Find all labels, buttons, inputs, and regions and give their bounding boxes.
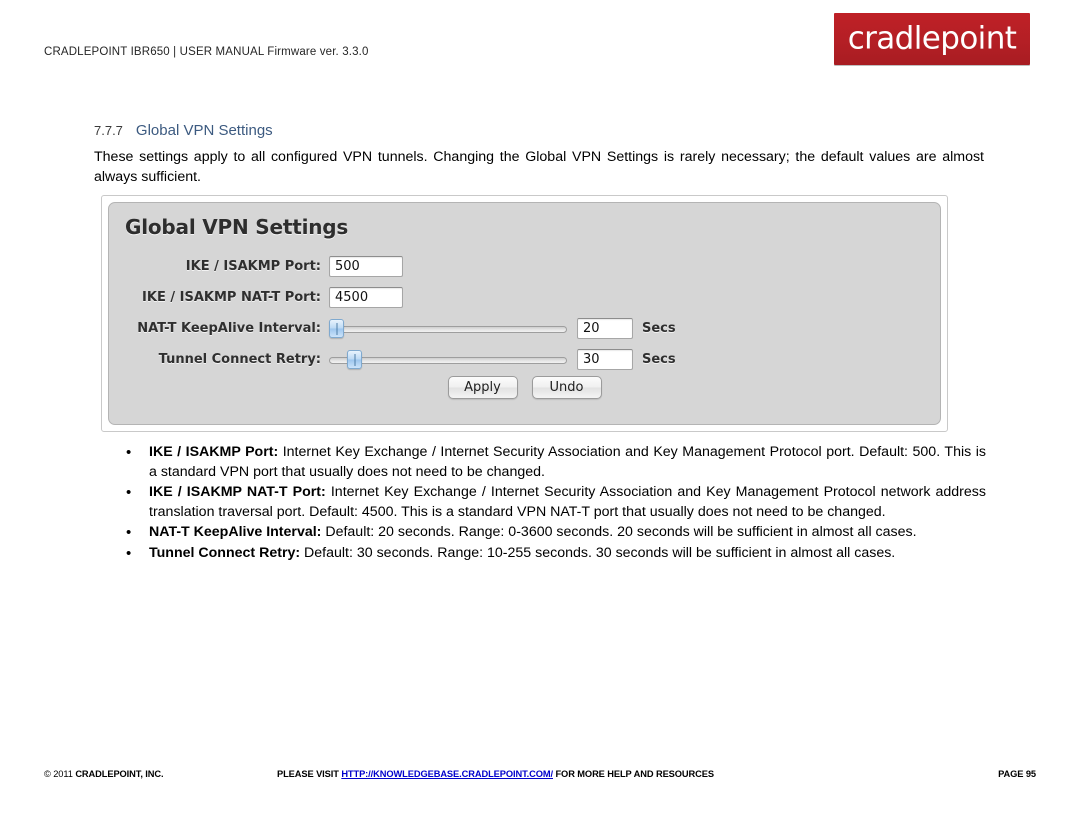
tunnel-connect-retry-slider[interactable] — [329, 348, 567, 370]
bullet-dot-icon: • — [126, 524, 132, 541]
nat-t-keepalive-value-input[interactable] — [577, 317, 633, 339]
footer-page-number: PAGE 95 — [998, 769, 1036, 779]
bullet-term: Tunnel Connect Retry: — [149, 544, 301, 561]
page-footer: © 2011 CRADLEPOINT, INC. PLEASE VISIT HT… — [0, 764, 1080, 834]
footer-copyright-company: CRADLEPOINT, INC. — [75, 769, 164, 779]
bullet-text: Default: 30 seconds. Range: 10-255 secon… — [300, 544, 896, 561]
list-item: • NAT-T KeepAlive Interval: Default: 20 s… — [112, 523, 986, 543]
knowledgebase-link[interactable]: HTTP://KNOWLEDGEBASE.CRADLEPOINT.COM/ — [341, 769, 553, 779]
tunnel-connect-retry-unit: Secs — [642, 351, 676, 367]
footer-center-before: PLEASE VISIT — [277, 769, 342, 779]
form-row-ike-isakmp-port: IKE / ISAKMP Port: — [109, 251, 940, 281]
bullet-dot-icon: • — [126, 544, 132, 562]
nat-t-keepalive-slider[interactable] — [329, 317, 567, 339]
tunnel-connect-retry-value-input[interactable] — [577, 348, 633, 370]
bullet-dot-icon: • — [126, 484, 132, 501]
bullet-term: NAT-T KeepAlive Interval: — [149, 524, 322, 540]
form-row-nat-t-keepalive-interval: NAT-T KeepAlive Interval: Secs — [109, 313, 940, 343]
nat-t-keepalive-slider-track[interactable] — [329, 326, 567, 333]
global-vpn-settings-panel: Global VPN Settings IKE / ISAKMP Port: I… — [101, 195, 948, 432]
label-ike-isakmp-port: IKE / ISAKMP Port: — [185, 258, 321, 274]
ike-isakmp-nat-t-port-input[interactable] — [329, 286, 403, 308]
list-item: • IKE / ISAKMP NAT-T Port: Internet Key E… — [112, 483, 986, 522]
footer-copyright-prefix: © 2011 — [44, 769, 76, 779]
label-nat-t-keepalive-interval: NAT-T KeepAlive Interval: — [137, 320, 321, 336]
bullet-term: IKE / ISAKMP NAT-T Port: — [149, 484, 326, 500]
panel-button-row: Apply Undo — [109, 376, 940, 399]
footer-copyright: © 2011 CRADLEPOINT, INC. — [44, 769, 164, 779]
header-breadcrumb: CRADLEPOINT IBR650 | USER MANUAL Firmwar… — [44, 46, 369, 58]
cradlepoint-logo-text: cradlepoint — [847, 20, 1017, 57]
bullet-text: Default: 20 seconds. Range: 0-3600 secon… — [321, 524, 917, 540]
undo-button[interactable]: Undo — [531, 376, 602, 399]
form-row-tunnel-connect-retry: Tunnel Connect Retry: Secs — [109, 344, 940, 374]
list-item: • Tunnel Connect Retry: Default: 30 secon… — [112, 544, 986, 564]
footer-help-text: PLEASE VISIT HTTP://KNOWLEDGEBASE.CRADLE… — [277, 769, 714, 779]
settings-description-list: • IKE / ISAKMP Port: Internet Key Exchang… — [112, 443, 986, 564]
panel-title: Global VPN Settings — [125, 215, 349, 239]
intro-paragraph: These settings apply to all configured V… — [94, 149, 984, 185]
nat-t-keepalive-unit: Secs — [642, 320, 676, 336]
page-title: Global VPN Settings — [135, 122, 273, 139]
cradlepoint-logo: cradlepoint — [834, 13, 1030, 65]
label-tunnel-connect-retry: Tunnel Connect Retry: — [158, 351, 321, 367]
panel-inner: Global VPN Settings IKE / ISAKMP Port: I… — [108, 202, 941, 425]
apply-button[interactable]: Apply — [447, 376, 518, 399]
ike-isakmp-port-input[interactable] — [329, 255, 403, 277]
settings-form: IKE / ISAKMP Port: IKE / ISAKMP NAT-T Po… — [109, 251, 940, 375]
tunnel-connect-retry-slider-handle[interactable] — [347, 350, 362, 369]
section-number: 7.7.7 — [94, 123, 123, 138]
page-header: CRADLEPOINT IBR650 | USER MANUAL Firmwar… — [0, 0, 1080, 90]
section-heading: 7.7.7 Global VPN Settings — [94, 122, 273, 139]
bullet-term: IKE / ISAKMP Port: — [149, 444, 279, 460]
tunnel-connect-retry-slider-track[interactable] — [329, 357, 567, 364]
list-item: • IKE / ISAKMP Port: Internet Key Exchang… — [112, 443, 986, 482]
nat-t-keepalive-slider-handle[interactable] — [329, 319, 344, 338]
form-row-ike-isakmp-nat-t-port: IKE / ISAKMP NAT-T Port: — [109, 282, 940, 312]
label-ike-isakmp-nat-t-port: IKE / ISAKMP NAT-T Port: — [142, 289, 321, 305]
bullet-dot-icon: • — [126, 444, 132, 461]
footer-center-after: FOR MORE HELP AND RESOURCES — [553, 769, 714, 779]
